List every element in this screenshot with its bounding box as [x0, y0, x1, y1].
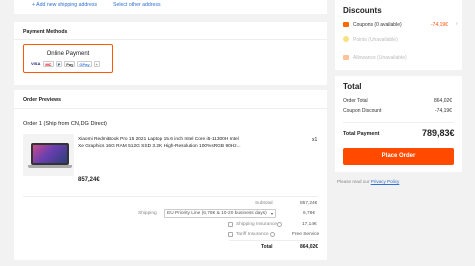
address-card: + Add new shipping address Select other …: [14, 0, 327, 14]
discounts-title: Discounts: [343, 6, 382, 15]
tariff-insurance-checkbox[interactable]: [228, 232, 233, 237]
chevron-down-icon: ▾: [270, 211, 273, 216]
coupon-icon: [343, 22, 349, 27]
coupon-discount-value: -74,19€: [435, 108, 452, 114]
payment-icons: VISA MC P Pay GPay +: [30, 61, 100, 67]
select-other-address-link[interactable]: Select other address: [113, 2, 161, 8]
laptop-image: [31, 143, 69, 165]
points-icon: [343, 36, 349, 42]
product-name-line1[interactable]: Xiaomi RedmiBook Pro 15 2021 Laptop 15.6…: [78, 137, 239, 142]
shipping-value: 6,78€: [303, 211, 316, 216]
allowance-label: Allowance (Unavailable): [353, 55, 407, 61]
coupon-discount-label: Coupon Discount: [343, 108, 382, 114]
subtotal-value: 857,24€: [300, 201, 318, 206]
total-title: Total: [343, 82, 362, 91]
product-price: 857,24€: [78, 177, 100, 183]
more-payment-icon: +: [93, 61, 100, 67]
divider: [343, 122, 454, 123]
discounts-card: Discounts Coupons (0 available) -74,19€ …: [335, 0, 462, 70]
laptop-base-image: [28, 165, 72, 168]
divider: [14, 39, 327, 40]
order-subtitle: Order 1 (Ship from CN,DG Direct): [23, 121, 107, 127]
divider: [14, 108, 327, 109]
subtotal-label: Subtotal: [255, 201, 273, 206]
place-order-button[interactable]: Place Order: [343, 148, 454, 165]
chevron-right-icon[interactable]: ›: [456, 21, 458, 27]
total-payment-value: 789,83€: [422, 128, 455, 138]
payment-methods-card: Payment Methods Online Payment VISA MC P…: [14, 22, 327, 85]
google-pay-icon: GPay: [77, 61, 92, 67]
add-address-link[interactable]: + Add new shipping address: [32, 2, 97, 8]
shipping-insurance-value: 17,14€: [302, 222, 317, 227]
mastercard-icon: MC: [43, 61, 54, 67]
order-previews-card: Order Previews Order 1 (Ship from CN,DG …: [14, 90, 327, 260]
divider: [23, 196, 318, 197]
apple-pay-icon: Pay: [64, 61, 76, 67]
tariff-insurance-label: Tariff Insurance: [236, 232, 269, 237]
shipping-insurance-checkbox[interactable]: [228, 222, 233, 227]
allowance-icon: [343, 55, 349, 60]
privacy-policy-link[interactable]: Privacy Policy: [371, 179, 400, 184]
paypal-icon: P: [55, 61, 63, 67]
order-total-summary-label: Order Total: [343, 98, 368, 104]
product-thumbnail[interactable]: [23, 134, 74, 176]
tariff-insurance-value: Free Service: [292, 232, 320, 237]
policy-prefix: Please read our: [337, 179, 370, 184]
order-total-summary-value: 864,02€: [434, 98, 453, 104]
info-icon[interactable]: [270, 232, 275, 237]
shipping-label: Shipping: [138, 211, 157, 216]
total-payment-label: Total Payment: [343, 131, 380, 137]
order-previews-title: Order Previews: [23, 97, 62, 103]
divider: [229, 240, 318, 241]
product-quantity: x1: [312, 137, 318, 143]
online-payment-label: Online Payment: [46, 51, 90, 57]
shipping-insurance-label: Shipping Insurance: [236, 222, 278, 227]
order-total-value: 864,02€: [300, 244, 319, 250]
coupons-value[interactable]: -74,19€: [431, 22, 448, 28]
online-payment-option[interactable]: Online Payment VISA MC P Pay GPay +: [23, 44, 113, 73]
shipping-method-select[interactable]: EU Priority Line (6,78€ & 10-20 business…: [164, 209, 276, 218]
points-label: Points (Unavailable): [353, 37, 398, 43]
info-icon[interactable]: [277, 222, 282, 227]
payment-methods-title: Payment Methods: [23, 29, 68, 35]
total-card: Total Order Total 864,02€ Coupon Discoun…: [335, 76, 462, 172]
shipping-method-value: EU Priority Line (6,78€ & 10-20 business…: [167, 211, 267, 216]
product-name-line2[interactable]: Xe Graphics 16G RAM 512G SSD 3.2K High-R…: [78, 144, 241, 149]
coupons-label[interactable]: Coupons (0 available): [353, 22, 402, 28]
visa-icon: VISA: [31, 61, 41, 66]
order-total-label: Total: [261, 244, 273, 250]
policy-note: Please read our Privacy Policy: [337, 179, 399, 184]
